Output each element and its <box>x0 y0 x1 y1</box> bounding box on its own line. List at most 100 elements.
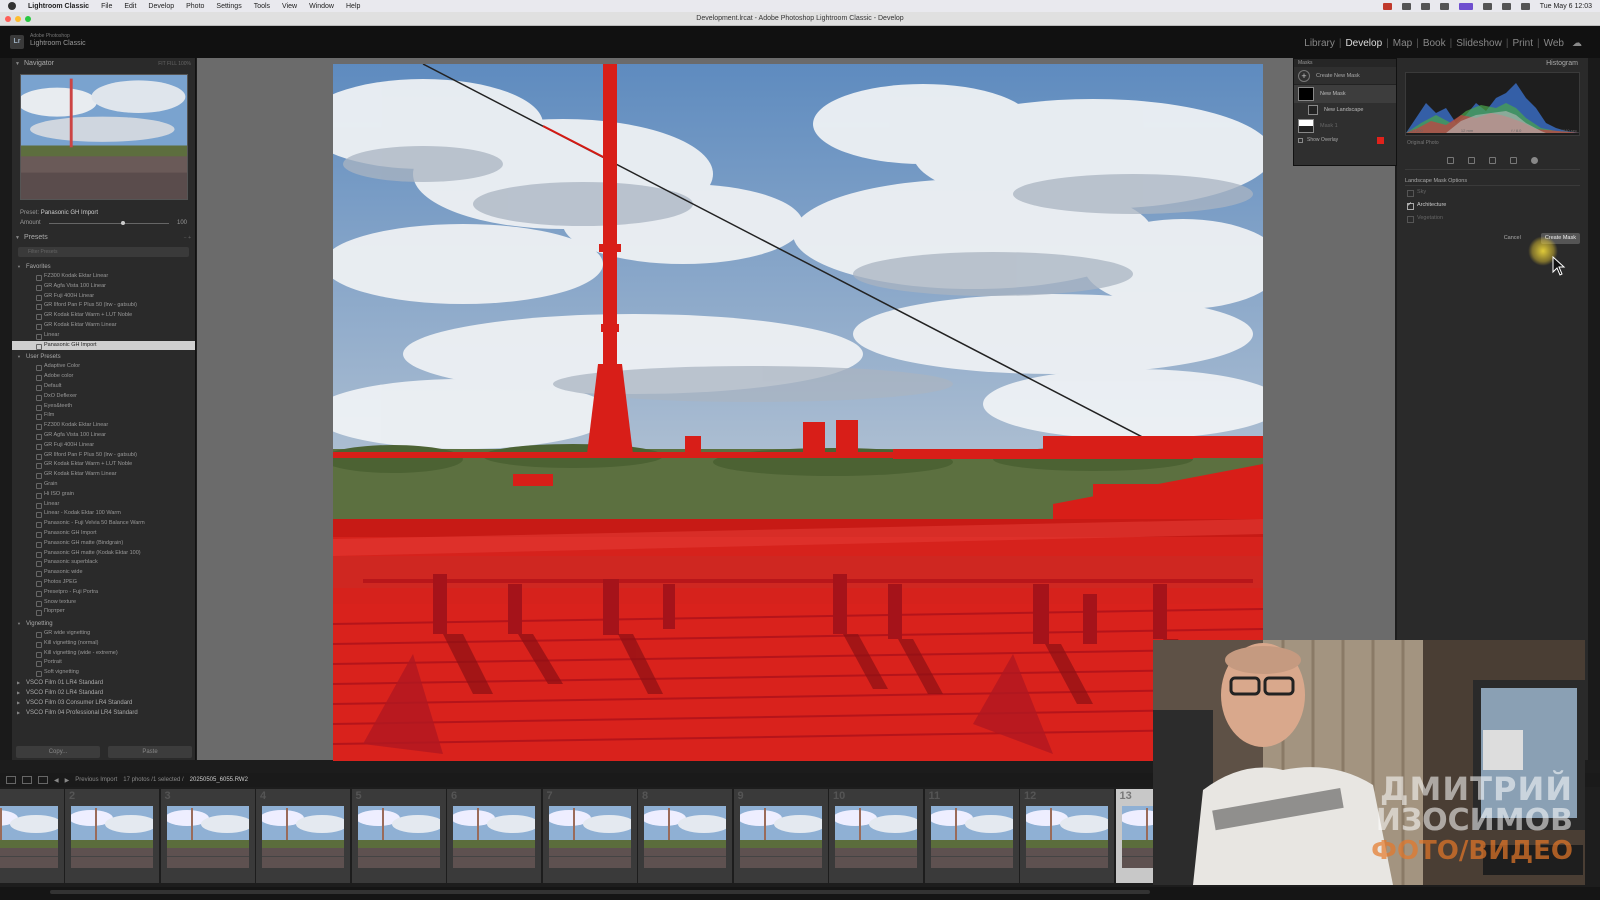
record-icon[interactable] <box>1382 2 1392 10</box>
preset-item[interactable]: Linear <box>12 331 195 341</box>
preset-item[interactable]: Film <box>12 411 195 421</box>
preset-item[interactable]: Presetpro - Fuji Portra <box>12 588 195 598</box>
preset-item[interactable]: Snow texture <box>12 598 195 608</box>
module-develop[interactable]: Develop <box>1341 38 1386 49</box>
preset-search-input[interactable]: Filter Presets <box>18 247 189 257</box>
preset-item[interactable]: Panasonic - Fuji Velvia 50 Balance Warm <box>12 519 195 529</box>
preset-item[interactable]: Panasonic superblack <box>12 558 195 568</box>
preset-item[interactable]: Linear - Kodak Ektar 100 Warm <box>12 509 195 519</box>
amount-value[interactable]: 100 <box>177 218 187 228</box>
grid-view-icon[interactable] <box>38 776 48 784</box>
preset-item[interactable]: Kill vignetting (normal) <box>12 639 195 649</box>
filmstrip-scroll-thumb[interactable] <box>50 890 1150 894</box>
preset-item[interactable]: Default <box>12 382 195 392</box>
cancel-button[interactable]: Cancel <box>1500 233 1525 244</box>
preset-group-header[interactable]: Favorites <box>12 262 195 272</box>
preset-item[interactable]: Hi ISO grain <box>12 490 195 500</box>
preset-item[interactable]: Panasonic GH matte (Kodak Ektar 100) <box>12 549 195 559</box>
main-photo[interactable] <box>333 64 1263 761</box>
filmstrip-cell[interactable]: 6 <box>447 789 541 883</box>
preset-item[interactable]: Linear <box>12 500 195 510</box>
filmstrip-cell[interactable]: 9 <box>733 789 828 883</box>
menu-tools[interactable]: Tools <box>254 3 270 10</box>
preset-item[interactable]: GR Agfa Vista 100 Linear <box>12 282 195 292</box>
paste-button[interactable]: Paste <box>108 746 192 758</box>
navigator-zoom-options[interactable]: FIT FILL 100% <box>158 58 191 70</box>
right-panel-collapse-strip[interactable] <box>1588 58 1600 760</box>
filmstrip-scrollbar[interactable] <box>0 887 1600 900</box>
filmstrip-cell[interactable]: 7 <box>542 789 637 883</box>
show-overlay-toggle[interactable]: Show Overlay <box>1294 135 1396 145</box>
module-slideshow[interactable]: Slideshow <box>1452 38 1506 49</box>
menu-help[interactable]: Help <box>346 3 360 10</box>
masking-tool-icon[interactable] <box>1531 157 1538 164</box>
mask-row-new-mask[interactable]: New Mask <box>1294 85 1396 103</box>
preset-item[interactable]: Adaptive Color <box>12 362 195 372</box>
menu-edit[interactable]: Edit <box>124 3 136 10</box>
option-sky[interactable]: Sky <box>1405 186 1580 199</box>
presets-header[interactable]: Presets − + <box>12 232 195 244</box>
menu-file[interactable]: File <box>101 3 112 10</box>
preset-item[interactable]: Adobe color <box>12 372 195 382</box>
menubar-clock[interactable]: Tue May 6 12:03 <box>1540 3 1592 10</box>
battery-icon[interactable] <box>1501 2 1511 10</box>
heal-tool-icon[interactable] <box>1489 157 1496 164</box>
show-overlay-checkbox[interactable] <box>1298 137 1303 143</box>
menu-window[interactable]: Window <box>309 3 334 10</box>
overlay-color-swatch[interactable] <box>1377 137 1384 144</box>
filmstrip-cell[interactable]: 5 <box>351 789 446 883</box>
option-vegetation[interactable]: Vegetation <box>1405 212 1580 225</box>
histogram-header[interactable]: Histogram <box>1397 58 1588 70</box>
menu-extra-icon[interactable] <box>1439 2 1449 10</box>
filmstrip-cell[interactable]: 10 <box>829 789 923 883</box>
filmstrip-cell[interactable] <box>0 789 64 883</box>
option-architecture[interactable]: Architecture <box>1405 199 1580 212</box>
menu-view[interactable]: View <box>282 3 297 10</box>
preset-group-header[interactable]: VSCO Film 04 Professional LR4 Standard <box>12 708 195 718</box>
preset-item[interactable]: Panasonic GH matte (Bindgrain) <box>12 539 195 549</box>
module-web[interactable]: Web <box>1540 38 1568 49</box>
preset-item[interactable]: Kill vignetting (wide - extreme) <box>12 649 195 659</box>
preset-item[interactable]: GR wide vignetting <box>12 629 195 639</box>
presets-add-icon[interactable]: − + <box>184 232 191 244</box>
mask-row-new-landscape[interactable]: New Landscape <box>1294 103 1396 117</box>
crop-tool-icon[interactable] <box>1468 157 1475 164</box>
menu-photo[interactable]: Photo <box>186 3 204 10</box>
preset-item[interactable]: Eyes&teeth <box>12 402 195 412</box>
module-print[interactable]: Print <box>1508 38 1537 49</box>
navigator-header[interactable]: Navigator FIT FILL 100% <box>12 58 195 70</box>
filmstrip-cell[interactable]: 12 <box>1020 789 1114 883</box>
amount-slider-knob[interactable] <box>120 220 125 225</box>
bolt-icon[interactable] <box>1401 2 1411 10</box>
module-map[interactable]: Map <box>1389 38 1416 49</box>
back-arrow-icon[interactable]: ◀ <box>54 777 59 784</box>
main-window-icon[interactable] <box>6 776 16 784</box>
zoom-window-button[interactable] <box>25 16 31 22</box>
preset-group-header[interactable]: VSCO Film 02 LR4 Standard <box>12 688 195 698</box>
minimize-window-button[interactable] <box>15 16 21 22</box>
menu-settings[interactable]: Settings <box>216 3 241 10</box>
menu-extra-icon[interactable] <box>1420 2 1430 10</box>
preset-item[interactable]: FZ300 Kodak Ektar Linear <box>12 421 195 431</box>
second-window-icon[interactable] <box>22 776 32 784</box>
preset-item[interactable]: FZ300 Kodak Ektar Linear <box>12 272 195 282</box>
preset-item[interactable]: GR Kodak Ektar Warm Linear <box>12 470 195 480</box>
red-eye-tool-icon[interactable] <box>1510 157 1517 164</box>
module-book[interactable]: Book <box>1419 38 1450 49</box>
preset-item[interactable]: GR Ilford Pan F Plus 50 (lrw - gatsubi) <box>12 301 195 311</box>
preset-group-header[interactable]: VSCO Film 01 LR4 Standard <box>12 678 195 688</box>
filmstrip-cell[interactable]: 2 <box>65 789 159 883</box>
preset-item[interactable]: GR Kodak Ektar Warm + LUT Noble <box>12 311 195 321</box>
edit-tool-icon[interactable] <box>1447 157 1454 164</box>
original-photo-toggle[interactable]: Original Photo <box>1397 138 1588 148</box>
copy-button[interactable]: Copy... <box>16 746 100 758</box>
filmstrip-source[interactable]: Previous Import <box>75 777 117 783</box>
close-window-button[interactable] <box>5 16 11 22</box>
filmstrip-cell[interactable]: 8 <box>638 789 732 883</box>
cloud-icon[interactable]: ☁ <box>1568 38 1586 49</box>
mask-row-mask-1[interactable]: Mask 1 <box>1294 117 1396 135</box>
app-status-icon[interactable] <box>1458 2 1473 10</box>
navigator-preview[interactable] <box>19 74 188 200</box>
filmstrip-cell[interactable]: 3 <box>160 789 255 883</box>
preset-item[interactable]: Panasonic GH Import <box>12 529 195 539</box>
